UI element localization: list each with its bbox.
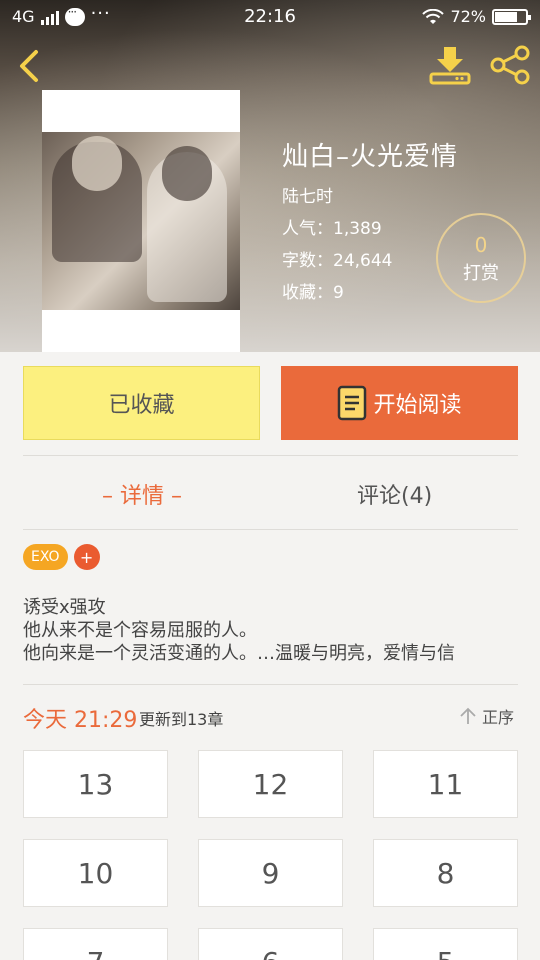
reward-label: 打赏 [463,263,499,284]
update-note: 更新到13章 [139,710,224,729]
chapter-button[interactable]: 12 [198,750,343,818]
sort-toggle[interactable]: 正序 [458,704,514,728]
sort-arrow-icon [460,707,476,724]
book-description[interactable]: 诱受x强攻 他从来不是个容易屈服的人。 他向来是一个灵活变通的人。…温暖与明亮，… [23,596,518,665]
description-line: 诱受x强攻 [23,597,106,618]
share-icon[interactable] [488,44,532,86]
add-tag-button[interactable]: + [73,544,100,570]
tab-comments[interactable]: 评论(4) [357,478,432,510]
reward-button[interactable]: 0 打赏 [436,213,526,303]
tag-exo[interactable]: EXO [23,544,68,570]
book-header: 4G ··· 22:16 72% [0,0,540,352]
book-favorites: 收藏：9 [282,283,344,303]
download-icon[interactable] [428,44,472,86]
sort-label: 正序 [482,708,515,727]
chapter-button[interactable]: 10 [23,839,168,907]
chapter-button[interactable]: 11 [373,750,518,818]
favorited-button[interactable]: 已收藏 [23,366,260,440]
book-word-count: 字数：24,644 [282,251,393,271]
reward-count: 0 [474,233,488,257]
start-reading-button[interactable]: 开始阅读 [281,366,518,440]
wifi-icon [422,8,445,24]
chapter-button[interactable]: 9 [198,839,343,907]
book-cover[interactable] [42,90,240,352]
status-right: 72% [422,7,531,26]
book-author[interactable]: 陆七时 [282,182,333,207]
tag-list: EXO + [23,544,100,570]
description-line: 他从来不是个容易屈服的人。 [23,620,257,641]
book-icon [338,385,367,421]
start-reading-label: 开始阅读 [373,393,462,418]
favorited-label: 已收藏 [108,393,175,418]
cover-image [42,132,240,310]
battery-icon [492,8,531,25]
chapter-button[interactable]: 5 [373,928,518,960]
chapter-button[interactable]: 13 [23,750,168,818]
book-popularity: 人气：1,389 [282,219,382,239]
update-time: 今天 21:29 [23,708,138,733]
battery-percent: 72% [450,7,486,26]
chapter-button[interactable]: 7 [23,928,168,960]
book-title: 灿白–火光爱情 [282,142,459,172]
battery-fill [495,11,517,22]
chapter-button[interactable]: 6 [198,928,343,960]
divider [23,529,518,530]
back-chevron-icon[interactable] [14,46,44,86]
tab-detail[interactable]: – 详情 – [102,478,182,510]
divider [23,455,518,456]
status-bar: 4G ··· 22:16 72% [0,0,540,34]
description-line: 他向来是一个灵活变通的人。…温暖与明亮，爱情与信 [23,643,455,664]
chapter-button[interactable]: 8 [373,839,518,907]
divider [23,684,518,685]
